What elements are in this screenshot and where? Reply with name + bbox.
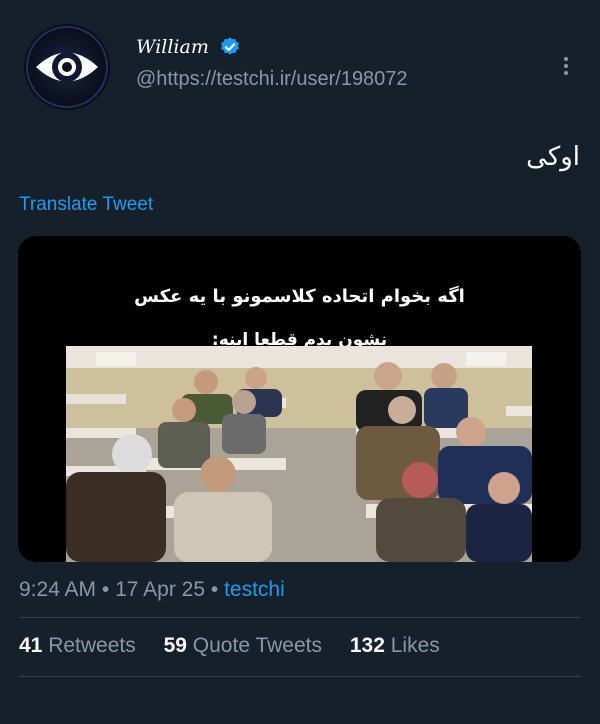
tweet-header: William @https://testchi.ir/user/198072: [24, 24, 584, 114]
divider: [19, 617, 581, 618]
divider: [19, 676, 581, 677]
verified-badge-icon: [221, 37, 240, 55]
likes-count: 132: [349, 634, 385, 657]
media-caption-line1: اگه بخوام اتحاده کلاسمونو با یه عکس: [134, 286, 465, 307]
quote-tweets-count: 59: [163, 634, 187, 657]
retweets-label: Retweets: [48, 634, 136, 657]
likes-stat[interactable]: 132 Likes: [350, 634, 440, 658]
tweet-date[interactable]: 17 Apr 25: [115, 578, 205, 601]
translate-tweet-link[interactable]: Translate Tweet: [19, 194, 153, 216]
tweet-source-link[interactable]: testchi: [224, 578, 285, 601]
avatar[interactable]: [24, 24, 110, 110]
user-names: William @https://testchi.ir/user/198072: [136, 36, 408, 91]
quote-tweets-stat[interactable]: 59 Quote Tweets: [164, 634, 322, 658]
meta-separator: •: [210, 578, 219, 601]
tweet-time[interactable]: 9:24 AM: [19, 578, 96, 601]
retweets-count: 41: [19, 634, 43, 657]
tweet-text: اوکی: [526, 142, 580, 172]
meta-separator: •: [101, 578, 110, 601]
tweet-media[interactable]: اگه بخوام اتحاده کلاسمونو با یه عکس نشون…: [18, 236, 581, 562]
quote-tweets-label: Quote Tweets: [192, 634, 322, 657]
more-options-icon[interactable]: [562, 54, 570, 78]
retweets-stat[interactable]: 41 Retweets: [19, 634, 136, 658]
user-handle[interactable]: @https://testchi.ir/user/198072: [136, 68, 408, 91]
tweet-stats: 41 Retweets 59 Quote Tweets 132 Likes: [19, 634, 462, 658]
eye-icon: [26, 26, 108, 108]
display-name[interactable]: William: [136, 36, 209, 58]
likes-label: Likes: [390, 634, 440, 657]
classroom-photo: [66, 346, 532, 562]
tweet-timestamp: 9:24 AM • 17 Apr 25 • testchi: [19, 578, 285, 602]
